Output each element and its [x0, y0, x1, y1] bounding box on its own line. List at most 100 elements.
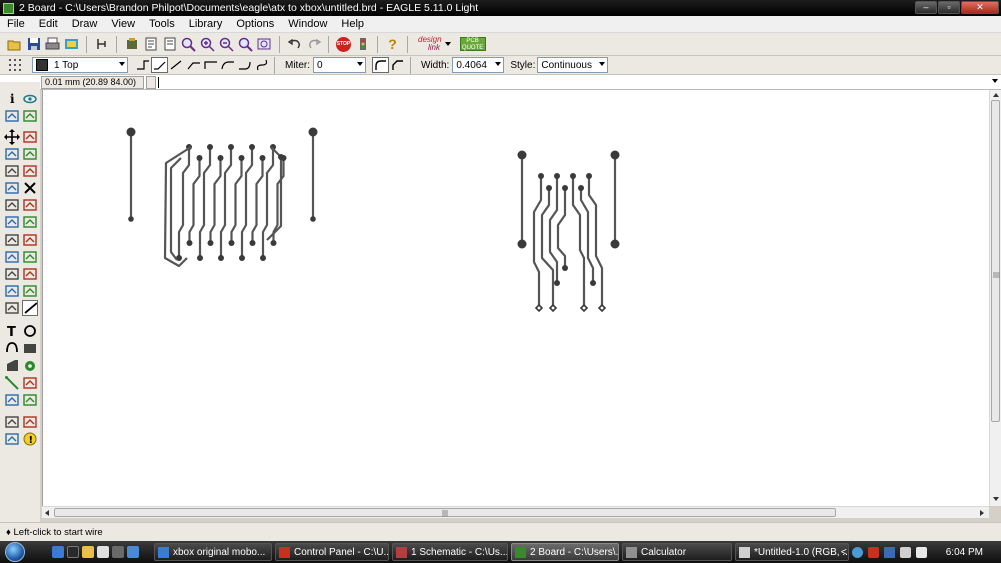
trace[interactable]: [251, 158, 264, 243]
via[interactable]: [548, 303, 558, 313]
change-icon[interactable]: [22, 163, 38, 179]
errors-icon[interactable]: !: [22, 431, 38, 447]
optimize-icon[interactable]: [4, 283, 20, 299]
maximize-button[interactable]: ▫: [938, 1, 960, 14]
wire-bend-2-icon[interactable]: [168, 57, 185, 73]
miter-select[interactable]: 0: [313, 57, 366, 73]
lock-icon[interactable]: [4, 232, 20, 248]
show-icon[interactable]: [22, 91, 38, 107]
print-icon[interactable]: [44, 36, 61, 53]
bus-pad[interactable]: [517, 239, 527, 249]
wire-bend-3-icon[interactable]: [185, 57, 202, 73]
script-icon[interactable]: [142, 36, 159, 53]
taskbar-item-ie[interactable]: xbox original mobo...: [154, 543, 272, 561]
wire-icon[interactable]: [22, 300, 38, 316]
pcb-quote-button[interactable]: PCB QUOTE: [459, 37, 486, 51]
delete-icon[interactable]: [22, 180, 38, 196]
pad[interactable]: [570, 173, 576, 179]
taskbar-item-schematic[interactable]: 1 Schematic - C:\Us...: [392, 543, 508, 561]
polygon-icon[interactable]: [4, 358, 20, 374]
mirror-icon[interactable]: [4, 146, 20, 162]
ulp-icon[interactable]: [123, 36, 140, 53]
zoom-fit-icon[interactable]: [161, 36, 178, 53]
via[interactable]: [579, 303, 589, 313]
rect-icon[interactable]: [22, 340, 38, 356]
stop-icon[interactable]: STOP: [335, 36, 352, 53]
drc-icon[interactable]: [4, 431, 20, 447]
menu-help[interactable]: Help: [334, 18, 371, 30]
bus-pad[interactable]: [610, 239, 620, 249]
horizontal-scroll-thumb[interactable]: [54, 508, 836, 517]
board-canvas[interactable]: [42, 90, 989, 506]
taskbar-item-control-panel[interactable]: Control Panel - C:\U...: [275, 543, 389, 561]
trace[interactable]: [587, 176, 604, 308]
clock[interactable]: 6:04 PM: [946, 547, 983, 558]
vertical-scroll-thumb[interactable]: [991, 100, 1000, 422]
trace[interactable]: [579, 188, 595, 283]
pad[interactable]: [260, 255, 266, 261]
circle-icon[interactable]: [22, 323, 38, 339]
copy-icon[interactable]: [22, 129, 38, 145]
command-input[interactable]: [158, 77, 160, 88]
bus-pad[interactable]: [126, 127, 136, 137]
bus-pad[interactable]: [610, 150, 620, 160]
pinswap-icon[interactable]: [22, 197, 38, 213]
wire-bend-4-icon[interactable]: [202, 57, 219, 73]
media-player-icon[interactable]: [67, 546, 79, 558]
gateswap-icon[interactable]: [4, 214, 20, 230]
taskbar-item-calculator[interactable]: Calculator: [622, 543, 732, 561]
desktop-icon[interactable]: [112, 546, 124, 558]
open-icon[interactable]: [6, 36, 23, 53]
erc-icon[interactable]: [22, 414, 38, 430]
pad[interactable]: [249, 240, 256, 246]
autoroute-icon[interactable]: [4, 414, 20, 430]
horizontal-scrollbar[interactable]: [42, 506, 989, 518]
grid-icon[interactable]: [8, 58, 22, 72]
replace-icon[interactable]: [22, 214, 38, 230]
go-icon[interactable]: [354, 36, 371, 53]
name-icon[interactable]: [4, 249, 20, 265]
command-history-button[interactable]: [146, 76, 156, 89]
designlink-dropdown-icon[interactable]: [444, 41, 452, 47]
trace[interactable]: [209, 158, 222, 243]
zoom-out-icon[interactable]: [199, 36, 216, 53]
signal-icon[interactable]: [4, 375, 20, 391]
trace[interactable]: [556, 188, 567, 268]
hole-icon[interactable]: [22, 375, 38, 391]
display-icon[interactable]: [883, 546, 895, 558]
switch-windows-icon[interactable]: [127, 546, 139, 558]
trace[interactable]: [188, 158, 201, 243]
add-icon[interactable]: [4, 197, 20, 213]
pad[interactable]: [554, 173, 560, 179]
text-icon[interactable]: T: [4, 323, 20, 339]
folder-icon[interactable]: [82, 546, 94, 558]
menu-tools[interactable]: Tools: [142, 18, 182, 30]
undo-icon[interactable]: [286, 36, 303, 53]
pad[interactable]: [538, 173, 544, 179]
menu-file[interactable]: File: [0, 18, 32, 30]
pad[interactable]: [186, 240, 193, 246]
help-icon[interactable]: ?: [384, 36, 401, 53]
bus-pad[interactable]: [308, 127, 318, 137]
pad[interactable]: [217, 155, 224, 161]
split-icon[interactable]: [4, 266, 20, 282]
ratsnest-icon[interactable]: [22, 392, 38, 408]
menu-window[interactable]: Window: [281, 18, 334, 30]
attribute-icon[interactable]: [4, 392, 20, 408]
trace[interactable]: [532, 176, 543, 308]
arc-icon[interactable]: [4, 340, 20, 356]
scroll-right-icon[interactable]: [977, 507, 987, 519]
pad[interactable]: [270, 240, 277, 246]
ripup-icon[interactable]: [4, 300, 20, 316]
width-select[interactable]: 0.4064: [452, 57, 505, 73]
taskbar-item-board[interactable]: 2 Board - C:\Users\...: [511, 543, 619, 561]
style-select[interactable]: Continuous: [537, 57, 609, 73]
wire-bend-7-icon[interactable]: [253, 57, 270, 73]
miter-round-icon[interactable]: [372, 57, 389, 73]
group-icon[interactable]: [4, 163, 20, 179]
taskbar-item-image-editor[interactable]: *Untitled-1.0 (RGB, ...: [735, 543, 849, 561]
menu-edit[interactable]: Edit: [32, 18, 65, 30]
bus-pad[interactable]: [128, 216, 134, 222]
vertical-scrollbar[interactable]: [989, 90, 1001, 506]
volume-icon[interactable]: [899, 546, 911, 558]
